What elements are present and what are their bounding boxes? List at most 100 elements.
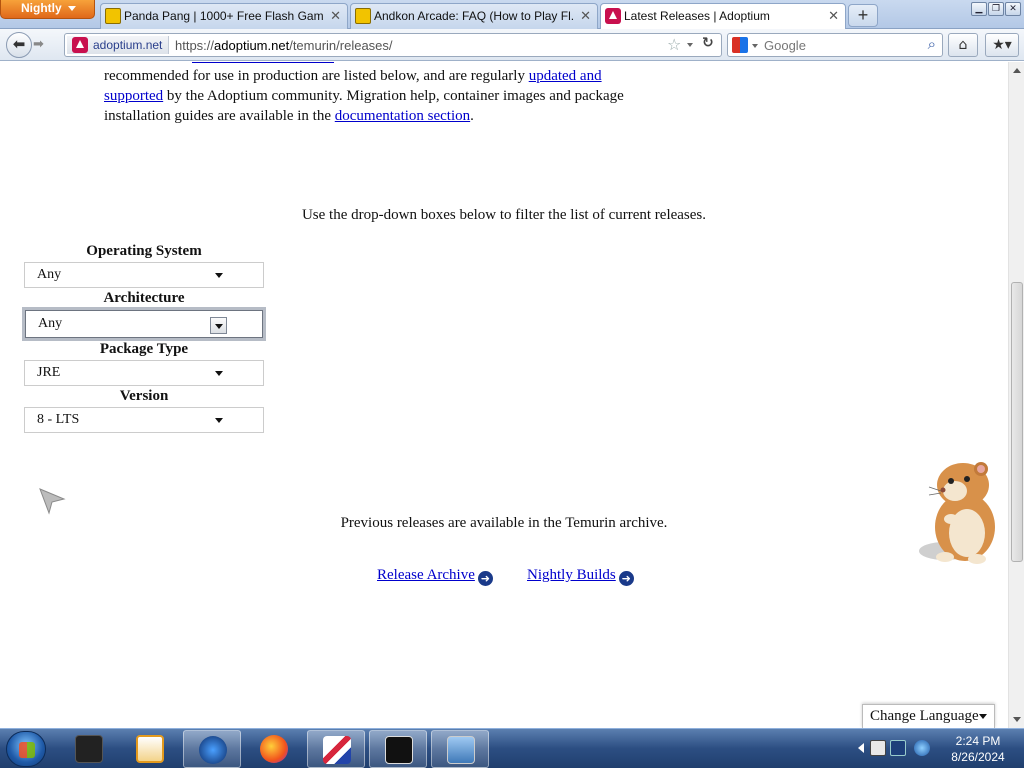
nightly-menu-label: Nightly: [21, 1, 62, 15]
tray-globe-icon[interactable]: [914, 740, 930, 756]
search-icon[interactable]: ⌕: [928, 35, 936, 53]
site-identity-button[interactable]: adoptium.net: [67, 36, 169, 54]
operating-system-label: Operating System: [86, 243, 202, 259]
bookmarks-star-icon: ★▾: [992, 37, 1012, 53]
restore-icon[interactable]: ❐: [988, 2, 1004, 16]
home-button[interactable]: ⌂: [948, 33, 978, 57]
adoptium-favicon-icon: [605, 8, 621, 24]
network-icon[interactable]: [890, 740, 906, 756]
taskbar-app-1[interactable]: [60, 730, 118, 768]
clock-date: 8/26/2024: [951, 750, 1005, 764]
architecture-value: Any: [38, 316, 63, 331]
tab-title: Andkon Arcade: FAQ (How to Play Fl...: [374, 9, 574, 23]
minimize-icon[interactable]: ▁: [971, 2, 987, 16]
intro-text-1: recommended for use in production are li…: [104, 68, 529, 84]
package-type-select[interactable]: JRE: [24, 360, 264, 386]
nightly-builds-link[interactable]: Nightly Builds ➜: [527, 567, 634, 586]
url-history-dropdown-icon[interactable]: [687, 43, 693, 47]
filter-instructions: Use the drop-down boxes below to filter …: [301, 207, 707, 223]
taskbar-app-5[interactable]: [307, 730, 365, 768]
chevron-down-icon: [215, 418, 223, 423]
tab-title: Panda Pang | 1000+ Free Flash Games...: [124, 9, 324, 23]
close-window-icon[interactable]: ✕: [1005, 2, 1021, 16]
back-arrow-icon: ⬅: [12, 35, 26, 53]
taskbar-app-7[interactable]: [431, 730, 489, 768]
dropdown-arrow-icon[interactable]: [210, 317, 227, 334]
chevron-down-icon: [215, 273, 223, 278]
scrollbar-thumb[interactable]: [1011, 282, 1023, 562]
arrow-right-circle-icon: ➜: [618, 571, 634, 586]
vertical-scrollbar[interactable]: [1008, 62, 1024, 728]
reload-icon[interactable]: ↻: [702, 35, 714, 51]
architecture-label: Architecture: [103, 290, 185, 306]
show-hidden-icons-icon[interactable]: [858, 743, 864, 753]
mouse-pointer-icon: [39, 488, 66, 515]
documentation-section-link[interactable]: documentation section: [335, 108, 470, 124]
close-tab-icon[interactable]: ✕: [330, 8, 341, 24]
intro-text-3: .: [470, 108, 474, 124]
black-box-app-icon: [75, 735, 103, 763]
close-tab-icon[interactable]: ✕: [828, 8, 839, 24]
taskbar-app-2[interactable]: [121, 730, 179, 768]
tab-andkon-arcade[interactable]: Andkon Arcade: FAQ (How to Play Fl... ✕: [350, 3, 598, 29]
version-value: 8 - LTS: [37, 412, 80, 427]
firefox-icon: [260, 735, 288, 763]
forward-button[interactable]: ➡: [33, 37, 44, 52]
search-input[interactable]: Google: [764, 38, 806, 53]
google-search-engine-icon[interactable]: [732, 37, 748, 53]
release-archive-link[interactable]: Release Archive ➜: [377, 567, 493, 586]
nightly-menu-button[interactable]: Nightly: [0, 0, 95, 19]
previous-releases-text: Previous releases are available in the T…: [340, 515, 668, 531]
document-app-icon: [323, 736, 351, 764]
chevron-down-icon: [979, 714, 987, 719]
package-type-label: Package Type: [99, 341, 189, 357]
system-tray: 2:24 PM 8/26/2024: [858, 729, 1018, 768]
media-player-icon: [136, 735, 164, 763]
clock-time: 2:24 PM: [955, 734, 1001, 748]
search-engine-dropdown-icon[interactable]: [752, 44, 758, 48]
start-button[interactable]: [6, 731, 46, 767]
new-tab-button[interactable]: +: [848, 4, 878, 27]
scroll-down-icon[interactable]: [1013, 717, 1021, 722]
search-bar[interactable]: Google ⌕: [727, 33, 943, 57]
url-text[interactable]: https://adoptium.net/temurin/releases/: [175, 38, 393, 53]
identity-domain: adoptium.net: [93, 38, 163, 52]
taskbar-app-3[interactable]: [183, 730, 241, 768]
package-type-value: JRE: [37, 365, 61, 380]
version-select[interactable]: 8 - LTS: [24, 407, 264, 433]
navigation-toolbar: ⬅ ➡ adoptium.net https://adoptium.net/te…: [0, 29, 1024, 61]
scroll-up-icon[interactable]: [1013, 68, 1021, 73]
adoptium-site-icon: [72, 37, 88, 53]
bookmark-star-icon[interactable]: ☆: [667, 35, 681, 54]
computer-app-icon: [447, 736, 475, 764]
nightly-builds-label: Nightly Builds: [527, 567, 616, 583]
tray-app-icon[interactable]: [870, 740, 886, 756]
intro-paragraph: recommended for use in production are li…: [104, 66, 644, 126]
operating-system-value: Any: [37, 267, 62, 282]
chevron-down-icon: [215, 371, 223, 376]
terminal-icon: [385, 736, 413, 764]
architecture-select[interactable]: Any: [22, 307, 266, 341]
page-content: recommended for use in production are li…: [0, 62, 1008, 728]
taskbar-clock[interactable]: 2:24 PM 8/26/2024: [938, 733, 1018, 765]
back-button[interactable]: ⬅: [6, 32, 32, 58]
url-path: /temurin/releases/: [289, 38, 393, 53]
panda-pang-favicon-icon: [105, 8, 121, 24]
link-underline-fragment: [192, 62, 334, 63]
operating-system-select[interactable]: Any: [24, 262, 264, 288]
windows-taskbar: 2:24 PM 8/26/2024: [0, 728, 1024, 768]
chevron-down-icon: [68, 6, 76, 11]
taskbar-firefox[interactable]: [245, 730, 303, 768]
hamster-mascot-icon: [919, 462, 995, 564]
bookmarks-menu-button[interactable]: ★▾: [985, 33, 1019, 57]
taskbar-app-6[interactable]: [369, 730, 427, 768]
tab-strip: Nightly Panda Pang | 1000+ Free Flash Ga…: [0, 0, 1024, 30]
close-tab-icon[interactable]: ✕: [580, 8, 591, 24]
address-bar[interactable]: adoptium.net https://adoptium.net/temuri…: [64, 33, 722, 57]
tab-panda-pang[interactable]: Panda Pang | 1000+ Free Flash Games... ✕: [100, 3, 348, 29]
globe-app-icon: [199, 736, 227, 764]
tab-latest-releases[interactable]: Latest Releases | Adoptium ✕: [600, 3, 846, 30]
change-language-button[interactable]: Change Language: [862, 704, 995, 728]
release-archive-label: Release Archive: [377, 567, 475, 583]
url-host: adoptium.net: [214, 38, 290, 53]
